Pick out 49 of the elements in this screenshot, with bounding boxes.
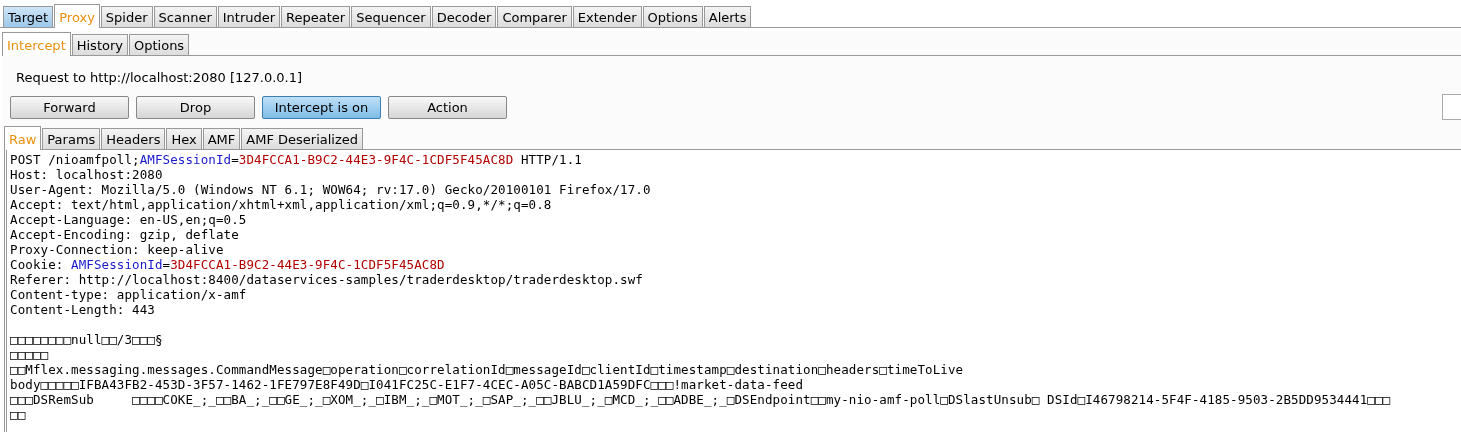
message-text: User-Agent: Mozilla/5.0 (Windows NT 6.1; WOW64; rv:17.0) Gecko/20100101 Firefox/17.0 <box>10 182 651 197</box>
request-label: Request to http://localhost:2080 [127.0.0.1] <box>15 69 304 87</box>
message-text: Proxy-Connection: keep-alive <box>10 242 224 257</box>
tab[interactable]: Target <box>3 6 54 27</box>
message-text: HTTP/1.1 <box>519 152 582 167</box>
tab[interactable]: Sequencer <box>351 6 431 27</box>
button[interactable]: Action <box>388 95 507 119</box>
button[interactable]: Drop <box>136 95 255 119</box>
tab[interactable]: Headers <box>101 128 166 149</box>
message-text: = <box>231 152 239 167</box>
parameter-value: 3D4FCCA1-B9C2-44E3-9F4C-1CDF5F45AC8D <box>170 257 445 272</box>
tab[interactable]: Hex <box>166 128 202 149</box>
message-text: Host: localhost:2080 <box>10 167 163 182</box>
message-text: □□□□□□□□null□□/3□□□§ <box>10 332 163 347</box>
parameter-name: AMFSessionId <box>139 152 232 167</box>
message-text: Content-Length: 443 <box>10 302 155 317</box>
tab[interactable]: Scanner <box>153 6 217 27</box>
tab[interactable]: Comparer <box>497 6 572 27</box>
input-field[interactable] <box>1442 94 1461 120</box>
message-text: Content-type: application/x-amf <box>10 287 247 302</box>
tab[interactable]: History <box>71 34 128 55</box>
tab[interactable]: Params <box>42 128 101 149</box>
message-text: □□Mflex.messaging.messages.CommandMessage□operation□correlationId□messageId□clientId□timestamp□destination□headers□timeToLive <box>10 362 964 377</box>
tab[interactable]: Intruder <box>217 6 281 27</box>
message-text: = <box>162 257 171 272</box>
tab[interactable]: AMF Deserialized <box>241 128 363 149</box>
message-text: body□□□□□IFBA43FB2-453D-3F57-1462-1FE797E8F49D□I041FC25C-E1F7-4CEC-A05C-BABCD1A59DFC□□□!market-data-feed <box>10 377 804 392</box>
tab[interactable]: Repeater <box>281 6 351 27</box>
tab[interactable]: AMF <box>202 128 241 149</box>
tab[interactable]: Decoder <box>431 6 497 27</box>
tab[interactable]: Spider <box>100 6 153 27</box>
message-editor[interactable] <box>4 150 1461 432</box>
message-text: POST /nioamfpoll; <box>10 152 140 167</box>
message-text: □□ <box>10 407 26 422</box>
tab[interactable]: Alerts <box>703 6 752 27</box>
button[interactable]: Forward <box>10 95 129 119</box>
parameter-value: 3D4FCCA1-B9C2-44E3-9F4C-1CDF5F45AC8D <box>238 152 514 167</box>
message-text: □□□DSRemSub □□□□COKE_;_□□BA_;_□□GE_;_□XOM_;_□IBM_;_□MOT_;_□SAP_;_□□JBLU_;_□MCD_;_□□ADBE_;_□DSEndpoint□□my-nio-amf-poll□DSlastUnsub□ DSId□I46798214-5F4F-4185-9503-2B5DD9534441□□□ <box>10 392 1391 407</box>
message-text: □□□□□ <box>10 347 49 362</box>
toggle-button[interactable]: Intercept is on <box>262 95 381 119</box>
message-text: Accept-Language: en-US,en;q=0.5 <box>10 212 247 227</box>
message-text: Referer: http://localhost:8400/dataservices-samples/traderdesktop/traderdesktop.swf <box>10 272 643 287</box>
parameter-name: AMFSessionId <box>71 257 163 272</box>
tab[interactable]: Options <box>129 34 190 55</box>
message-text: Accept: text/html,application/xhtml+xml,application/xml;q=0.9,*/*;q=0.8 <box>10 197 552 212</box>
tab[interactable]: Extender <box>572 6 642 27</box>
message-text: Accept-Encoding: gzip, deflate <box>10 227 239 242</box>
tab[interactable]: Options <box>642 6 703 27</box>
message-text: Cookie: <box>10 257 65 272</box>
